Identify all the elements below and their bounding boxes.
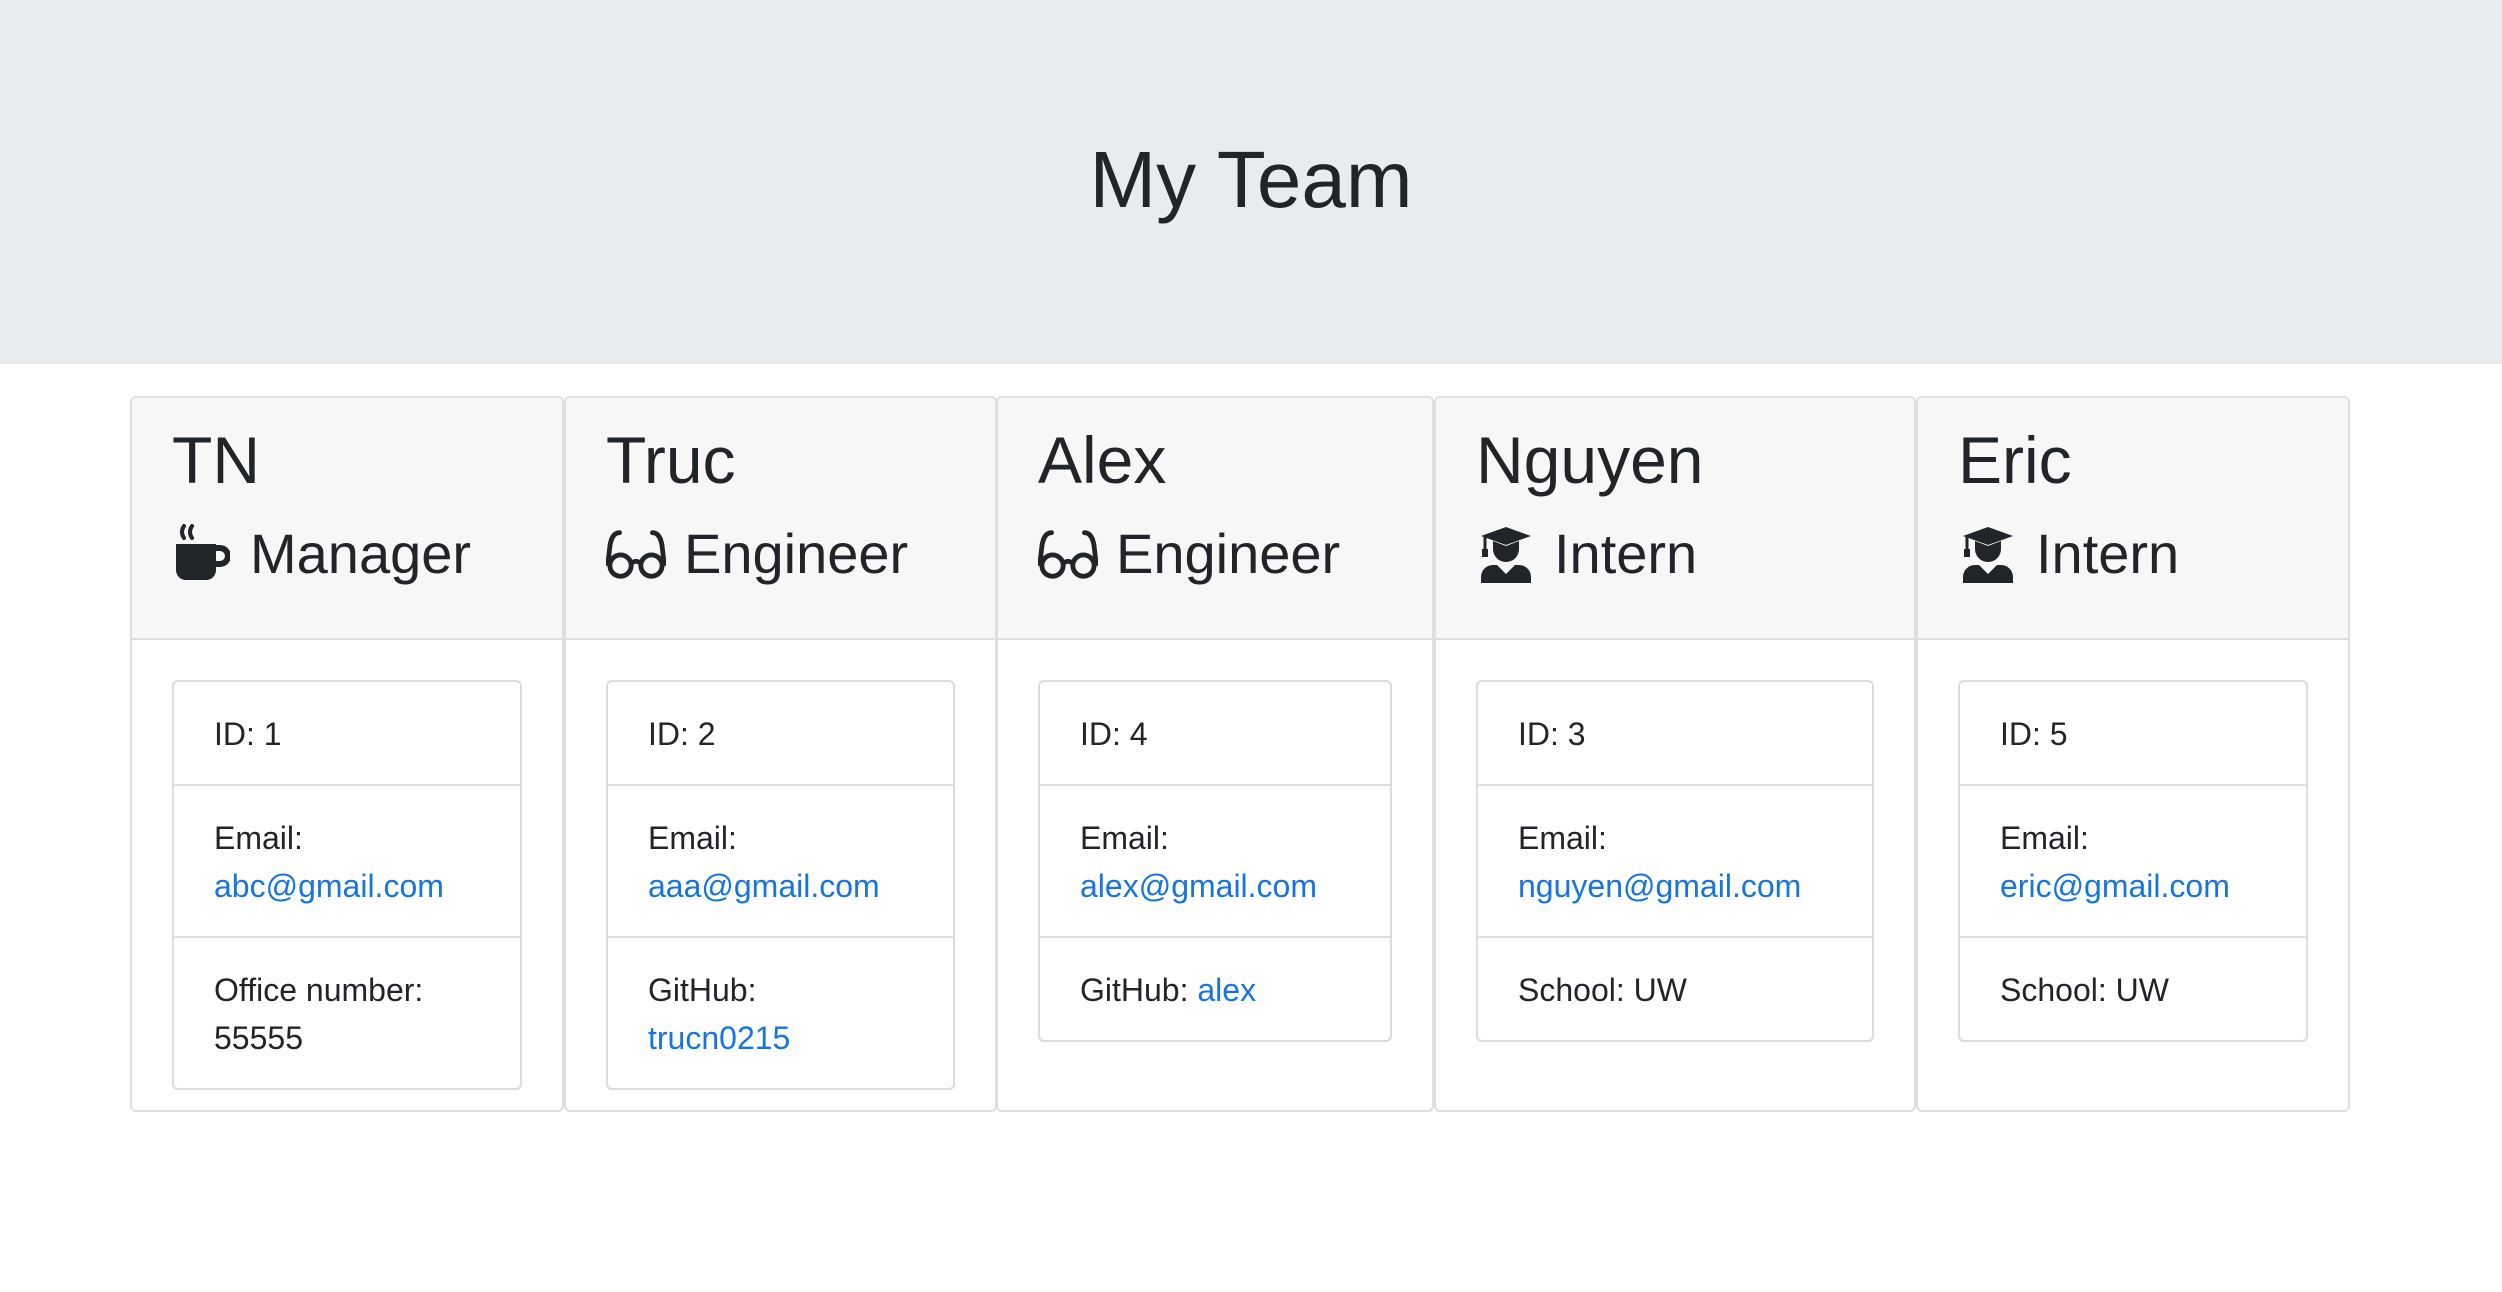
list-item-office: Office number: 55555 <box>174 938 520 1088</box>
employee-card: Nguyen Intern ID: 3 Email: nguyen@gmail.… <box>1434 396 1916 1112</box>
employee-role: Manager <box>172 522 471 586</box>
employee-card: Alex Engineer ID: 4 Email: alex@gmail.co… <box>996 396 1434 1112</box>
email-link[interactable]: aaa@gmail.com <box>648 868 880 904</box>
school-label: School: <box>2000 972 2116 1008</box>
glasses-icon <box>1038 524 1098 584</box>
school-value: UW <box>1633 972 1687 1008</box>
employee-name: Alex <box>1038 423 1167 497</box>
list-item-github: GitHub: trucn0215 <box>608 938 953 1088</box>
card-header: Alex Engineer <box>998 398 1432 640</box>
school-label: School: <box>1518 972 1634 1008</box>
email-label: Email: <box>214 820 303 856</box>
list-item-id: ID: 3 <box>1478 682 1872 786</box>
employee-card: Eric Intern ID: 5 Email: eric@gmail.com … <box>1916 396 2350 1112</box>
email-label: Email: <box>648 820 737 856</box>
list-item-email: Email: nguyen@gmail.com <box>1478 786 1872 938</box>
page-title: My Team <box>1089 135 1413 224</box>
employee-role: Intern <box>1958 522 2179 586</box>
graduate-icon <box>1476 524 1536 584</box>
list-item-email: Email: eric@gmail.com <box>1960 786 2306 938</box>
list-item-id: ID: 4 <box>1040 682 1390 786</box>
list-item-school: School: UW <box>1960 938 2306 1040</box>
card-header: Nguyen Intern <box>1436 398 1914 640</box>
graduate-icon <box>1958 524 2018 584</box>
role-label: Engineer <box>1116 522 1341 585</box>
github-link[interactable]: alex <box>1197 972 1256 1008</box>
email-link[interactable]: abc@gmail.com <box>214 868 444 904</box>
page-header: My Team <box>0 0 2502 364</box>
role-label: Manager <box>250 522 472 585</box>
employee-details-list: ID: 3 Email: nguyen@gmail.com School: UW <box>1476 680 1874 1042</box>
employee-card: Truc Engineer ID: 2 Email: aaa@gmail.com… <box>564 396 997 1112</box>
employee-name: Eric <box>1958 423 2072 497</box>
employee-details-list: ID: 1 Email: abc@gmail.com Office number… <box>172 680 522 1090</box>
list-item-github: GitHub: alex <box>1040 938 1390 1040</box>
list-item-id: ID: 2 <box>608 682 953 786</box>
list-item-email: Email: alex@gmail.com <box>1040 786 1390 938</box>
office-number-value: 55555 <box>214 1020 303 1056</box>
list-item-school: School: UW <box>1478 938 1872 1040</box>
github-label: GitHub: <box>648 972 757 1008</box>
employee-role: Engineer <box>1038 522 1340 586</box>
employee-details-list: ID: 5 Email: eric@gmail.com School: UW <box>1958 680 2308 1042</box>
employee-name: Truc <box>606 423 736 497</box>
role-label: Engineer <box>684 522 909 585</box>
employee-details-list: ID: 4 Email: alex@gmail.com GitHub: alex <box>1038 680 1392 1042</box>
card-header: Truc Engineer <box>566 398 995 640</box>
list-item-email: Email: aaa@gmail.com <box>608 786 953 938</box>
employee-card: TN Manager ID: 1 Email: abc@gmail.com Of… <box>130 396 564 1112</box>
card-header: Eric Intern <box>1918 398 2348 640</box>
email-link[interactable]: nguyen@gmail.com <box>1518 868 1801 904</box>
school-value: UW <box>2115 972 2169 1008</box>
employee-name: Nguyen <box>1476 423 1704 497</box>
role-label: Intern <box>1554 522 1698 585</box>
employee-role: Engineer <box>606 522 908 586</box>
list-item-id: ID: 5 <box>1960 682 2306 786</box>
role-label: Intern <box>2036 522 2180 585</box>
employee-name: TN <box>172 423 260 497</box>
list-item-id: ID: 1 <box>174 682 520 786</box>
card-header: TN Manager <box>132 398 562 640</box>
email-link[interactable]: alex@gmail.com <box>1080 868 1317 904</box>
github-label: GitHub: <box>1080 972 1198 1008</box>
github-link[interactable]: trucn0215 <box>648 1020 790 1056</box>
list-item-email: Email: abc@gmail.com <box>174 786 520 938</box>
employee-role: Intern <box>1476 522 1697 586</box>
email-label: Email: <box>1518 820 1607 856</box>
employee-details-list: ID: 2 Email: aaa@gmail.com GitHub: trucn… <box>606 680 955 1090</box>
email-label: Email: <box>1080 820 1169 856</box>
office-number-label: Office number: <box>214 972 424 1008</box>
mug-icon <box>172 524 232 584</box>
glasses-icon <box>606 524 666 584</box>
email-label: Email: <box>2000 820 2089 856</box>
email-link[interactable]: eric@gmail.com <box>2000 868 2230 904</box>
